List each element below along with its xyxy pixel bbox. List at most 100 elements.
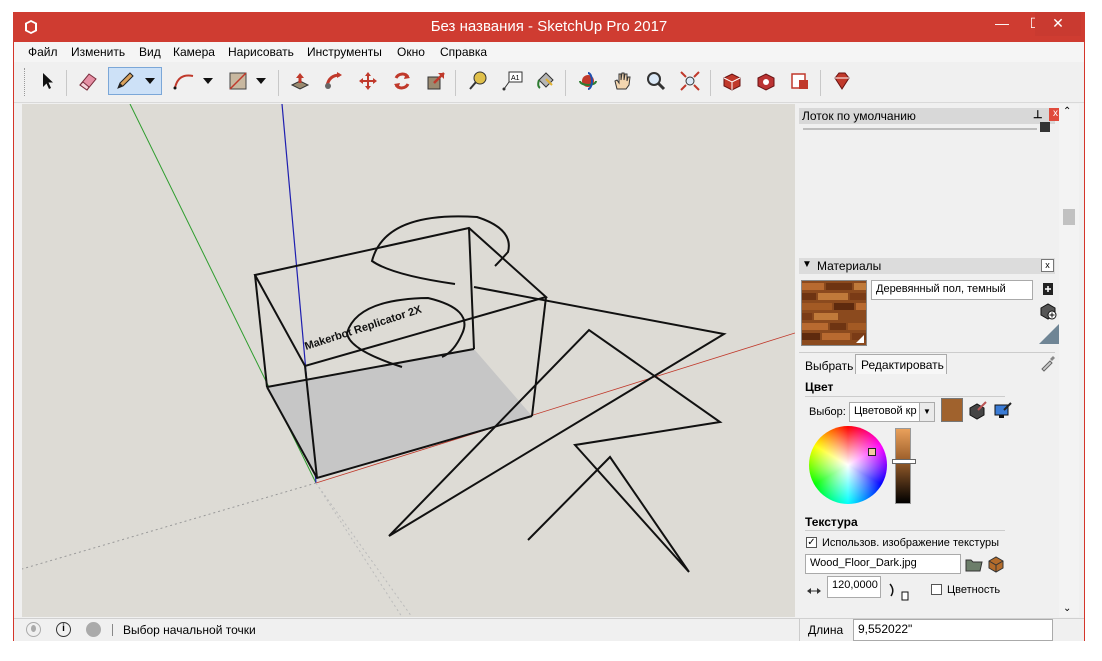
color-section-rule	[805, 396, 1005, 397]
toolbar-separator	[455, 70, 456, 96]
status-divider	[799, 619, 800, 641]
scroll-thumb[interactable]	[1063, 209, 1075, 225]
menu-view[interactable]: Вид	[139, 45, 161, 59]
red-axis-negative	[22, 482, 317, 570]
tape-measure-tool-icon[interactable]	[464, 67, 492, 95]
collapse-arrow-icon[interactable]: ▼	[802, 259, 812, 270]
measurement-value-box[interactable]: 9,552022"	[853, 619, 1053, 641]
tray-pin-button[interactable]: ⊥	[1033, 108, 1043, 121]
blue-axis-negative	[315, 482, 413, 617]
eraser-tool-icon[interactable]	[74, 67, 102, 95]
text-tool-icon[interactable]: A1	[498, 67, 526, 95]
tray-title: Лоток по умолчанию	[802, 109, 916, 123]
toolbar-separator	[710, 70, 711, 96]
toolbar-grip[interactable]	[24, 68, 28, 96]
material-name-field[interactable]: Деревянный пол, темный	[871, 280, 1033, 300]
close-button[interactable]: ✕	[1035, 12, 1081, 36]
use-texture-label: Использов. изображение текстуры	[822, 537, 999, 549]
color-picker-select[interactable]: Цветовой кр ▼	[849, 402, 935, 422]
warehouse-tool-icon[interactable]	[718, 67, 746, 95]
rotate-tool-icon[interactable]	[388, 67, 416, 95]
tab-select[interactable]: Выбрать	[805, 359, 853, 373]
color-swatch[interactable]	[941, 398, 963, 422]
colorize-checkbox[interactable]	[931, 584, 942, 595]
toolbar-separator	[565, 70, 566, 96]
menu-bar: Файл Изменить Вид Камера Нарисовать Инст…	[14, 42, 1084, 62]
scroll-down-arrow-icon[interactable]: ⌄	[1063, 603, 1071, 614]
app-window: Без названия - SketchUp Pro 2017 — ☐ ✕ Ф…	[13, 12, 1085, 641]
match-color-object-icon[interactable]	[968, 400, 988, 420]
toolbar-separator	[278, 70, 279, 96]
details-icon[interactable]	[1040, 122, 1050, 132]
rectangle-tool-icon[interactable]	[224, 67, 270, 95]
menu-window[interactable]: Окно	[397, 45, 425, 59]
push-pull-tool-icon[interactable]	[286, 67, 314, 95]
color-picker-value: Цветовой кр	[854, 405, 917, 417]
menu-camera[interactable]: Камера	[173, 45, 215, 59]
aspect-lock-icon[interactable]	[887, 582, 911, 602]
model-scene[interactable]: Makerbot Replicator 2X	[22, 104, 795, 617]
texture-section-rule	[805, 530, 1005, 531]
move-tool-icon[interactable]	[354, 67, 382, 95]
display-secondary-pane-icon[interactable]	[1039, 324, 1059, 344]
toolbar: A1	[14, 62, 1084, 103]
colorize-label: Цветность	[947, 584, 1001, 596]
menu-tools[interactable]: Инструменты	[307, 45, 382, 59]
circle-sketch-top[interactable]	[370, 215, 510, 285]
menu-edit[interactable]: Изменить	[71, 45, 125, 59]
match-color-screen-icon[interactable]	[993, 400, 1013, 420]
texture-width-field[interactable]: 120,0000	[827, 576, 881, 598]
toolbar-separator	[66, 70, 67, 96]
zoom-tool-icon[interactable]	[642, 67, 670, 95]
line-tool-icon[interactable]	[108, 67, 162, 95]
orbit-tool-icon[interactable]	[574, 67, 602, 95]
zoom-extents-tool-icon[interactable]	[676, 67, 704, 95]
collapsed-panel-divider	[803, 128, 1037, 130]
add-material-icon[interactable]	[1039, 302, 1057, 320]
materials-header[interactable]: ▼ Материалы x	[799, 258, 1055, 274]
use-texture-checkbox[interactable]: ✓	[806, 537, 817, 548]
color-section-title: Цвет	[805, 380, 834, 394]
user-account-icon[interactable]	[86, 622, 101, 637]
scale-tool-icon[interactable]	[422, 67, 450, 95]
material-preview-swatch[interactable]	[801, 280, 867, 346]
texture-section-title: Текстура	[805, 515, 858, 529]
brightness-slider-handle[interactable]	[892, 459, 916, 464]
color-wheel-marker[interactable]	[868, 448, 876, 456]
status-separator	[112, 624, 113, 636]
drawing-viewport[interactable]: Makerbot Replicator 2X	[22, 104, 795, 617]
browse-folder-icon[interactable]	[965, 555, 983, 573]
eyedropper-icon[interactable]	[1039, 354, 1057, 372]
minimize-button[interactable]: —	[985, 12, 1019, 36]
window-title: Без названия - SketchUp Pro 2017	[430, 18, 668, 35]
create-material-icon[interactable]	[1042, 282, 1054, 296]
tray-header: Лоток по умолчанию ⊥	[799, 108, 1055, 124]
toolbar-separator	[820, 70, 821, 96]
ruby-console-icon[interactable]	[828, 67, 856, 95]
pan-tool-icon[interactable]	[608, 67, 636, 95]
credits-info-icon[interactable]: i	[56, 622, 71, 637]
menu-help[interactable]: Справка	[440, 45, 487, 59]
geo-location-icon[interactable]	[26, 622, 41, 637]
default-tray: Лоток по умолчанию ⊥ x ▼ Материалы x Дер…	[795, 104, 1062, 617]
follow-me-tool-icon[interactable]	[320, 67, 348, 95]
title-bar: Без названия - SketchUp Pro 2017 — ☐ ✕	[13, 12, 1085, 42]
tab-strip-line	[799, 352, 1055, 353]
brightness-slider[interactable]	[892, 428, 916, 504]
tab-edit[interactable]: Редактировать	[855, 354, 947, 374]
scroll-up-arrow-icon[interactable]: ⌃	[1063, 106, 1071, 117]
menu-file[interactable]: Файл	[28, 45, 58, 59]
menu-draw[interactable]: Нарисовать	[228, 45, 294, 59]
color-wheel[interactable]	[809, 426, 887, 504]
texture-file-field[interactable]: Wood_Floor_Dark.jpg	[805, 554, 961, 574]
layout-send-icon[interactable]	[786, 67, 814, 95]
materials-close-button[interactable]: x	[1041, 259, 1054, 272]
paint-bucket-tool-icon[interactable]	[532, 67, 560, 95]
edit-texture-icon[interactable]	[987, 555, 1005, 573]
chevron-down-icon[interactable]: ▼	[919, 403, 934, 421]
extension-warehouse-icon[interactable]	[752, 67, 780, 95]
arc-tool-icon[interactable]	[170, 67, 216, 95]
measurement-label: Длина	[808, 623, 844, 637]
tray-scrollbar[interactable]: ⌃ ⌄	[1059, 104, 1079, 617]
select-tool-icon[interactable]	[34, 67, 62, 95]
